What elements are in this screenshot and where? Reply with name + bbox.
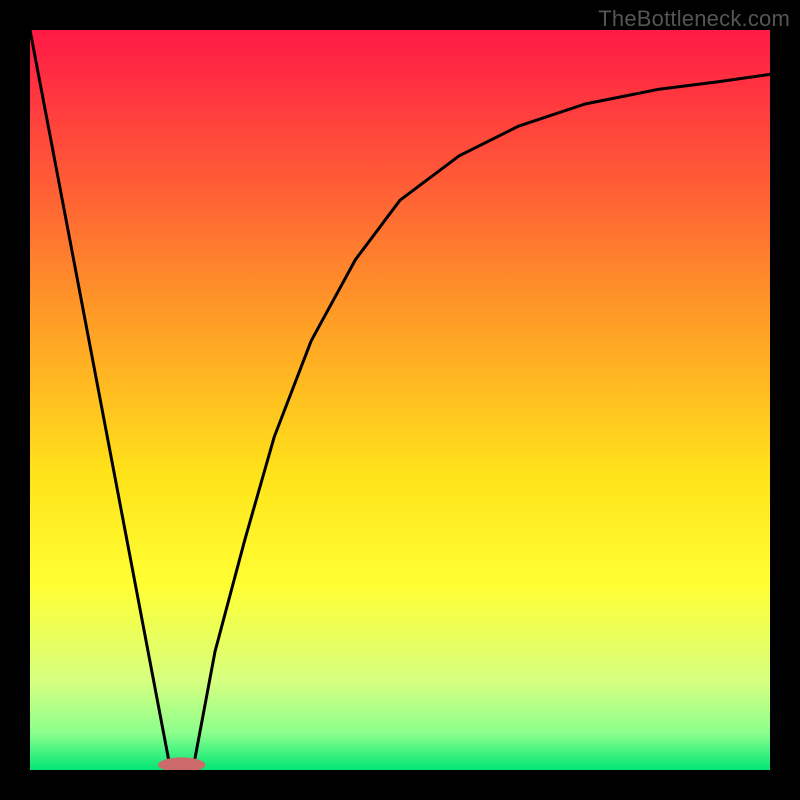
- watermark-text: TheBottleneck.com: [598, 6, 790, 32]
- chart-svg: [30, 30, 770, 770]
- chart-frame: TheBottleneck.com: [0, 0, 800, 800]
- plot-area: [30, 30, 770, 770]
- gradient-background: [30, 30, 770, 770]
